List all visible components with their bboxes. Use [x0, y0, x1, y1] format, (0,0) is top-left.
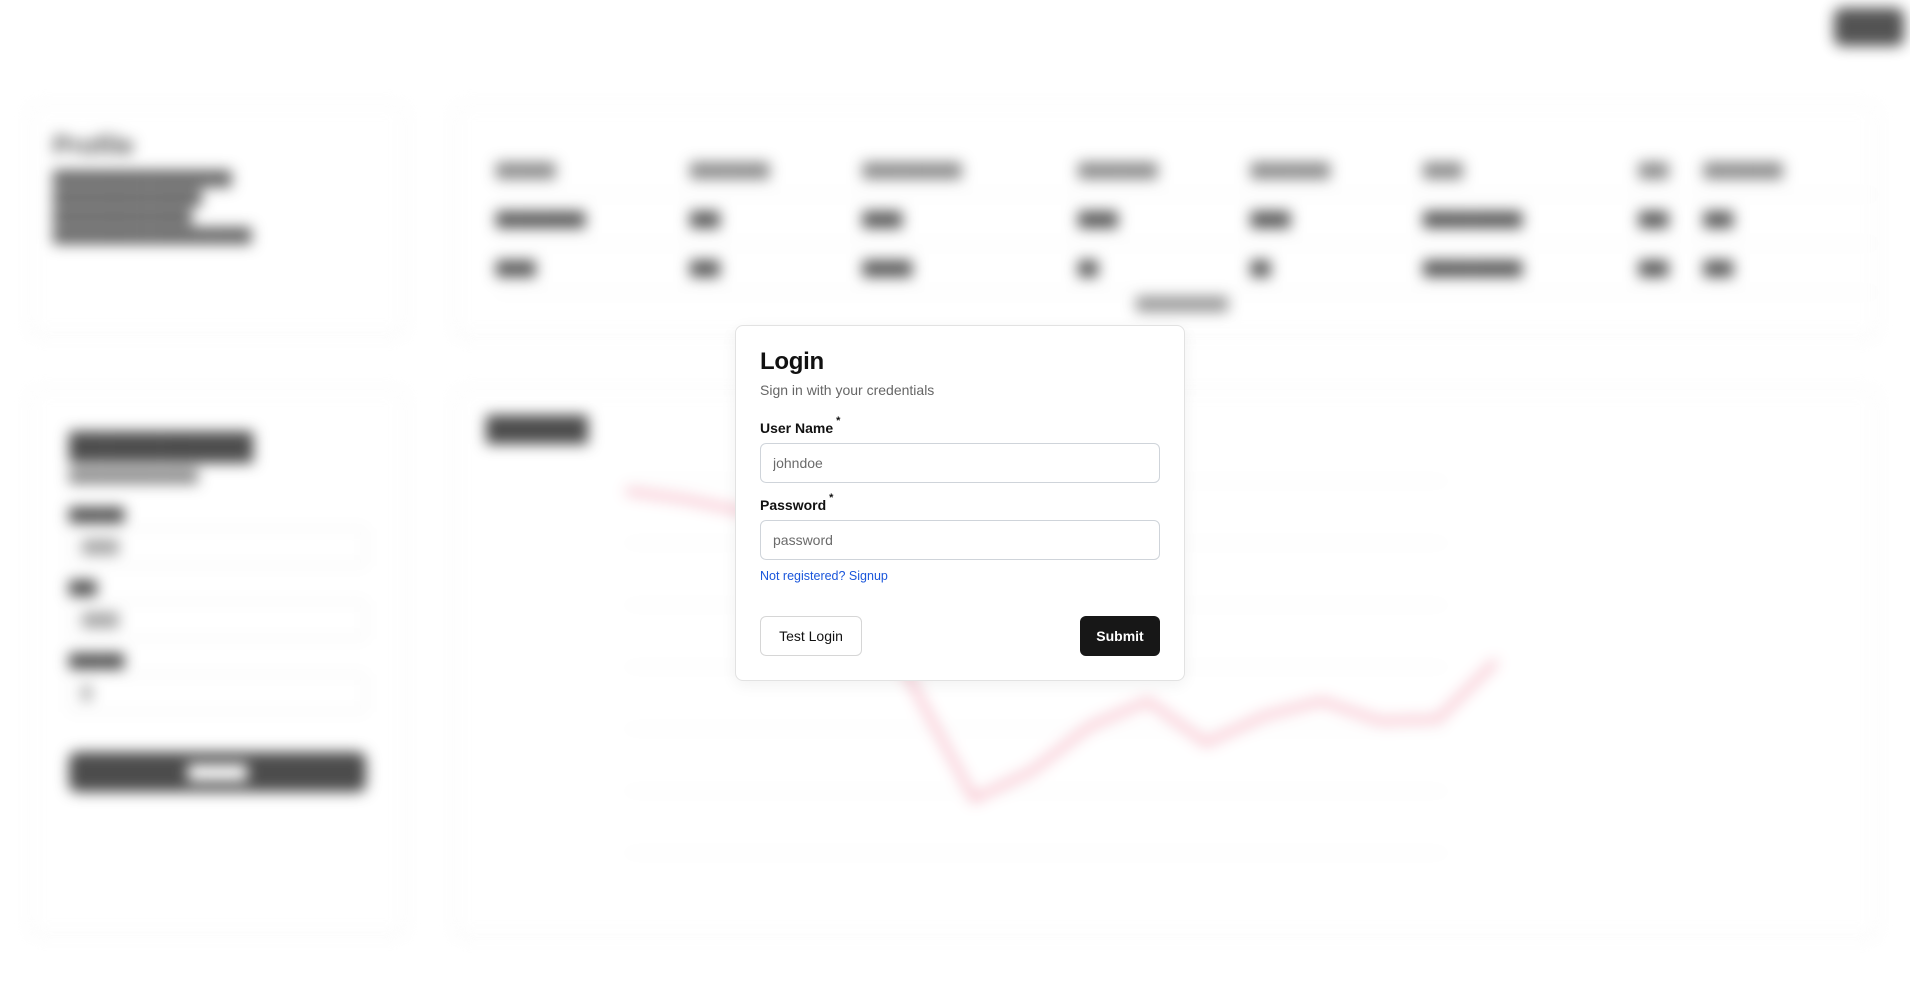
username-label: User Name * [760, 415, 1160, 436]
order-title: ██████████ [69, 431, 254, 461]
profile-line: ██████████████ [53, 208, 192, 224]
field-input[interactable]: ████ [69, 601, 366, 639]
table-footer: ██████████ [1136, 296, 1229, 311]
table-row: █████████ ███ ████ ████ ████ ██████████ ███ ███ [496, 194, 1876, 244]
required-marker: * [836, 415, 841, 427]
profile-line: ██████████████████ [53, 170, 232, 186]
profile-card: Profile ██████████████████ █████████████… [30, 105, 405, 335]
field-input[interactable]: ████ [69, 528, 366, 566]
orders-table-card: ██████ ████████ ██████████ ████████ ████████… [455, 105, 1877, 337]
username-input[interactable] [760, 443, 1160, 483]
profile-line: ███████████████ [53, 189, 202, 205]
password-label: Password * [760, 492, 1160, 513]
password-label-text: Password [760, 497, 827, 513]
test-login-button[interactable]: Test Login [760, 616, 862, 656]
field-label: ███ [69, 580, 97, 595]
profile-title: Profile [53, 130, 134, 160]
username-label-text: User Name [760, 420, 834, 436]
order-subtitle: ██████████████ [69, 468, 198, 483]
order-submit-button[interactable]: ██████ [69, 752, 366, 792]
signup-link[interactable]: Not registered? Signup [760, 569, 888, 583]
login-subtitle: Sign in with your credentials [760, 382, 935, 398]
place-order-card: ██████████ ██████████████ ██████ ████ ██… [30, 390, 405, 935]
field-label: ██████ [69, 507, 125, 522]
field-input[interactable]: █ [69, 674, 366, 712]
orders-table: ██████ ████████ ██████████ ████████ ████████… [496, 146, 1876, 293]
login-title: Login [760, 348, 824, 375]
table-row: ████ ███ █████ ██ ██ ██████████ ███ ███ [496, 243, 1876, 293]
submit-button[interactable]: Submit [1080, 616, 1160, 656]
password-input[interactable] [760, 520, 1160, 560]
profile-line: ████████████████████ [53, 227, 252, 243]
table-header-row: ██████ ████████ ██████████ ████████ ████████… [496, 146, 1876, 195]
top-right-button[interactable] [1834, 8, 1904, 46]
required-marker: * [829, 492, 834, 504]
login-actions: Test Login Submit [760, 616, 1160, 656]
field-label: ██████ [69, 653, 125, 668]
login-dialog: Login Sign in with your credentials User… [735, 325, 1185, 681]
